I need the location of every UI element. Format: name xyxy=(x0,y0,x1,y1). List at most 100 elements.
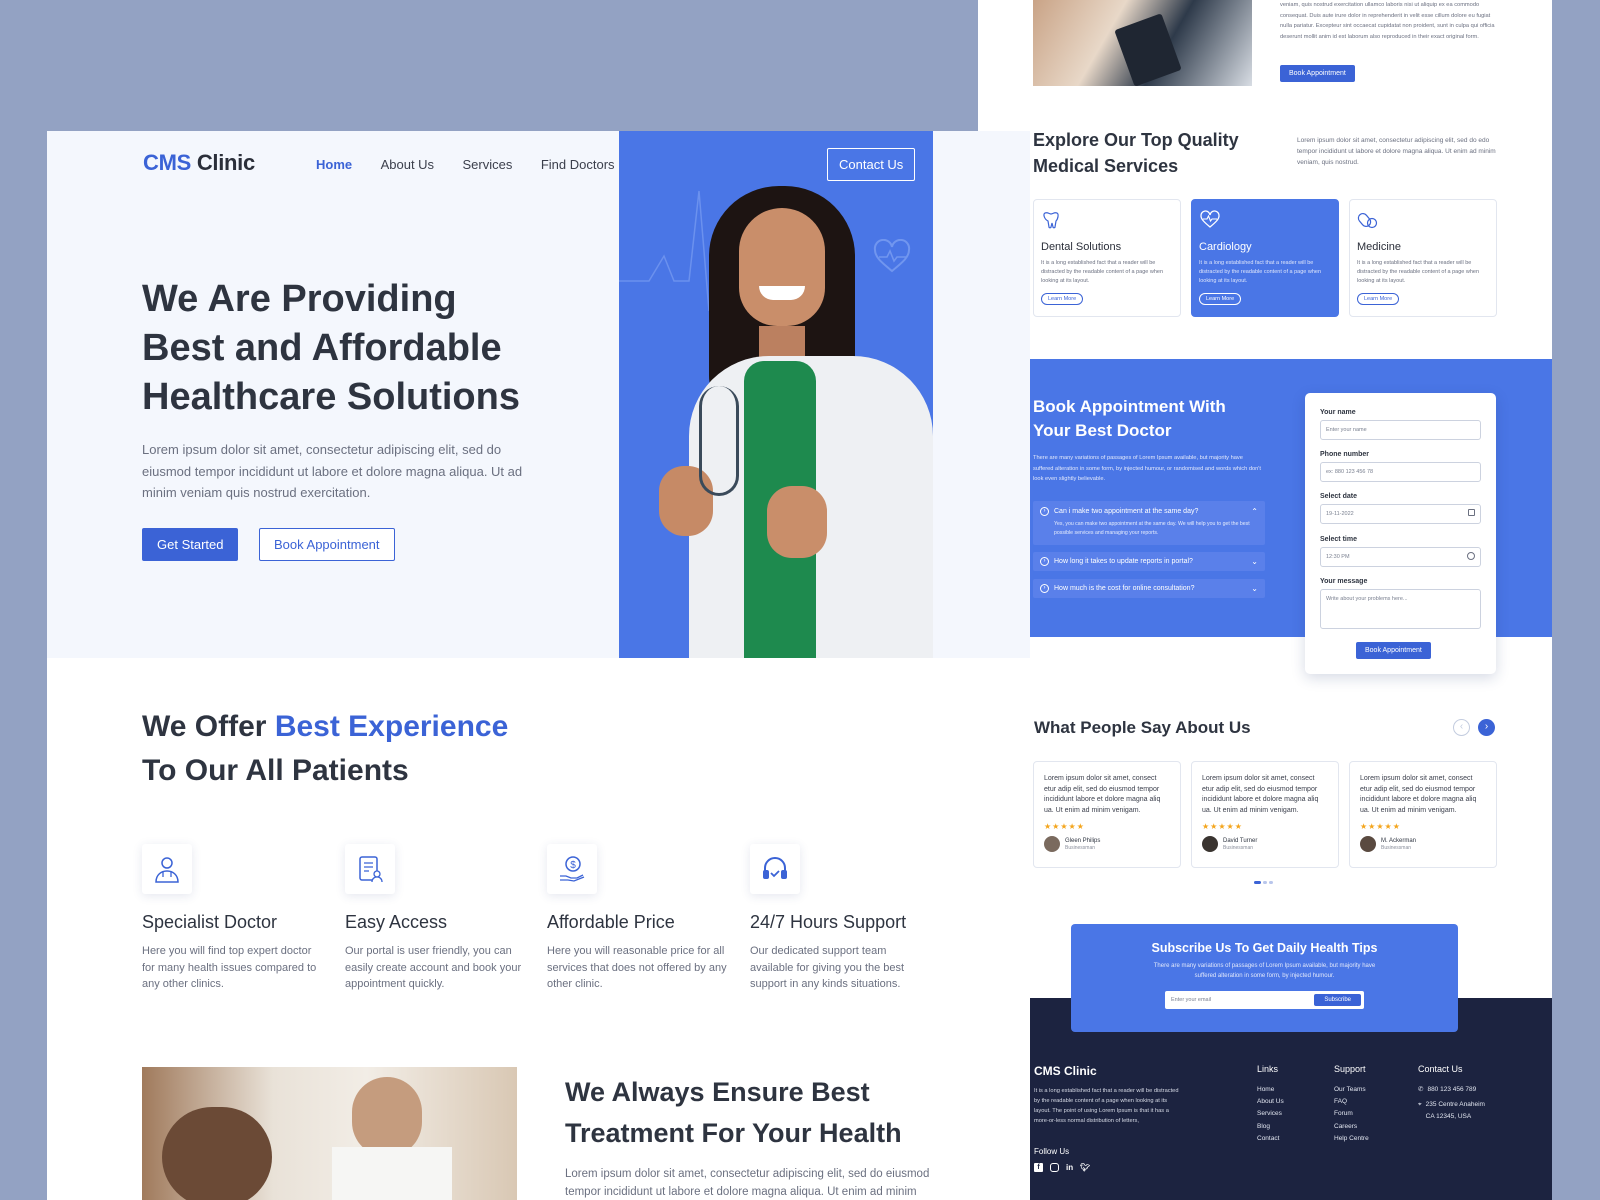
contact-us-button[interactable]: Contact Us xyxy=(827,148,916,181)
offer-title-line2: To Our All Patients xyxy=(142,754,409,787)
time-input[interactable]: 12:30 PM xyxy=(1320,547,1481,567)
tooth-icon xyxy=(1043,212,1059,229)
offer-title-highlight: Best Experience xyxy=(274,710,509,743)
book-appointment-button[interactable]: Book Appointment xyxy=(1280,65,1355,82)
footer-link[interactable]: Careers xyxy=(1334,1121,1369,1133)
footer-link[interactable]: Help Centre xyxy=(1334,1133,1369,1145)
testimonial-text: Lorem ipsum dolor sit amet, consect etur… xyxy=(1202,775,1319,814)
main-nav: Home About Us Services Find Doctors xyxy=(316,156,639,174)
hero-title-line3: Healthcare Solutions xyxy=(142,376,520,418)
nav-about-us[interactable]: About Us xyxy=(381,157,434,172)
facebook-icon[interactable]: f xyxy=(1034,1163,1043,1172)
faq-item[interactable]: › How long it takes to update reports in… xyxy=(1033,552,1265,571)
calendar-icon[interactable] xyxy=(1468,509,1475,516)
footer-link[interactable]: Forum xyxy=(1334,1108,1369,1120)
phone-icon: ✆ xyxy=(1418,1086,1424,1093)
date-input[interactable]: 19-11-2022 xyxy=(1320,504,1481,524)
learn-more-button[interactable]: Learn More xyxy=(1357,293,1400,305)
chevron-up-icon[interactable]: ⌃ xyxy=(1251,507,1258,516)
next-arrow-button[interactable]: › xyxy=(1478,719,1495,736)
contact-address-line2: CA 12345, USA xyxy=(1425,1113,1472,1121)
form-book-appointment-button[interactable]: Book Appointment xyxy=(1356,642,1431,659)
hero-book-appointment-button[interactable]: Book Appointment xyxy=(259,528,395,561)
instagram-icon[interactable] xyxy=(1050,1163,1059,1172)
nav-services[interactable]: Services xyxy=(463,157,513,172)
testimonial-text: Lorem ipsum dolor sit amet, consect etur… xyxy=(1044,775,1161,814)
nav-home[interactable]: Home xyxy=(316,157,352,172)
faq-item-open[interactable]: › Can i make two appointment at the same… xyxy=(1033,501,1265,545)
learn-more-button[interactable]: Learn More xyxy=(1199,293,1242,305)
faq-question: How long it takes to update reports in p… xyxy=(1054,558,1193,565)
links-title: Links xyxy=(1257,1064,1279,1074)
avatar xyxy=(1202,836,1218,852)
document-user-icon xyxy=(359,856,383,883)
rating-stars: ★★★★★ xyxy=(1202,822,1243,831)
arrow-circle-icon: › xyxy=(1040,557,1049,566)
phone-label: Phone number xyxy=(1320,451,1370,458)
name-input[interactable]: Enter your name xyxy=(1320,420,1481,440)
twitter-icon[interactable]: 🐦︎ xyxy=(1080,1163,1090,1172)
nav-find-doctors[interactable]: Find Doctors xyxy=(541,157,615,172)
footer-support-column: Support Our Teams FAQ Forum Careers Help… xyxy=(1334,1064,1369,1145)
hero-title-line1: We Are Providing xyxy=(142,278,457,320)
services-title-line2: Medical Services xyxy=(1033,156,1179,176)
footer-link[interactable]: Blog xyxy=(1257,1121,1284,1133)
service-card-desc: It is a long established fact that a rea… xyxy=(1199,260,1322,284)
date-label: Select date xyxy=(1320,493,1357,500)
linkedin-icon[interactable]: in xyxy=(1066,1163,1073,1172)
arrow-circle-icon: › xyxy=(1040,507,1049,516)
footer-link[interactable]: Contact xyxy=(1257,1133,1284,1145)
footer-link[interactable]: Services xyxy=(1257,1108,1284,1120)
footer-link[interactable]: About Us xyxy=(1257,1096,1284,1108)
feature-title: 24/7 Hours Support xyxy=(750,912,907,932)
footer-link[interactable]: FAQ xyxy=(1334,1096,1369,1108)
service-card-desc: It is a long established fact that a rea… xyxy=(1357,260,1480,284)
email-placeholder: Enter your email xyxy=(1171,997,1212,1003)
subscribe-button[interactable]: Subscribe xyxy=(1314,994,1361,1006)
main-page-panel: CMS Clinic Home About Us Services Find D… xyxy=(47,131,1030,1200)
booking-title-line1: Book Appointment With xyxy=(1033,397,1226,416)
feature-desc: Our dedicated support team available for… xyxy=(750,945,905,990)
offer-title: We Offer Best Experience To Our All Pati… xyxy=(142,705,508,793)
feature-title: Easy Access xyxy=(345,912,448,932)
appointment-form: Your name Enter your name Phone number e… xyxy=(1305,393,1496,674)
get-started-button[interactable]: Get Started xyxy=(142,528,239,561)
person-name: M. Ackerman xyxy=(1381,838,1417,844)
phone-input[interactable]: ex: 880 123 456 78 xyxy=(1320,462,1481,482)
chevron-down-icon[interactable]: ⌄ xyxy=(1251,557,1258,566)
person-name: Gleen Philips xyxy=(1065,838,1101,844)
service-card-cardiology[interactable]: Cardiology It is a long established fact… xyxy=(1191,199,1339,317)
message-textarea[interactable]: Write about your problems here... xyxy=(1320,589,1481,629)
chevron-down-icon[interactable]: ⌄ xyxy=(1251,584,1258,593)
service-card-dental[interactable]: Dental Solutions It is a long establishe… xyxy=(1033,199,1181,317)
service-card-title: Cardiology xyxy=(1199,241,1252,253)
faq-question: Can i make two appointment at the same d… xyxy=(1054,508,1199,515)
location-pin-icon: ⌖ xyxy=(1418,1101,1422,1109)
arrow-circle-icon: › xyxy=(1040,584,1049,593)
learn-more-button[interactable]: Learn More xyxy=(1041,293,1084,305)
clock-icon[interactable] xyxy=(1467,552,1475,560)
date-value: 19-11-2022 xyxy=(1326,511,1354,517)
brand-logo[interactable]: CMS Clinic xyxy=(143,150,255,176)
service-card-title: Dental Solutions xyxy=(1041,241,1122,253)
footer-desc: It is a long established fact that a rea… xyxy=(1034,1088,1179,1124)
footer-link[interactable]: Home xyxy=(1257,1084,1284,1096)
email-field[interactable]: Enter your email Subscribe xyxy=(1165,991,1364,1009)
feature-desc: Here you will reasonable price for all s… xyxy=(547,945,727,990)
time-value: 12:30 PM xyxy=(1326,554,1350,560)
dot-active[interactable] xyxy=(1254,881,1261,884)
hero-desc: Lorem ipsum dolor sit amet, consectetur … xyxy=(142,442,523,500)
carousel-dots[interactable] xyxy=(1254,881,1273,884)
support-title: Support xyxy=(1334,1064,1366,1074)
svg-text:$: $ xyxy=(570,860,576,871)
feature-title: Affordable Price xyxy=(547,912,675,932)
footer-link[interactable]: Our Teams xyxy=(1334,1084,1369,1096)
faq-item[interactable]: › How much is the cost for online consul… xyxy=(1033,579,1265,598)
service-card-desc: It is a long established fact that a rea… xyxy=(1041,260,1164,284)
dot[interactable] xyxy=(1269,881,1273,884)
contact-phone: 880 123 456 789 xyxy=(1427,1086,1477,1093)
about-desc: veniam, quis nostrud exercitation ullamc… xyxy=(1280,2,1495,40)
dot[interactable] xyxy=(1263,881,1267,884)
service-card-medicine[interactable]: Medicine It is a long established fact t… xyxy=(1349,199,1497,317)
prev-arrow-button[interactable]: ‹ xyxy=(1453,719,1470,736)
